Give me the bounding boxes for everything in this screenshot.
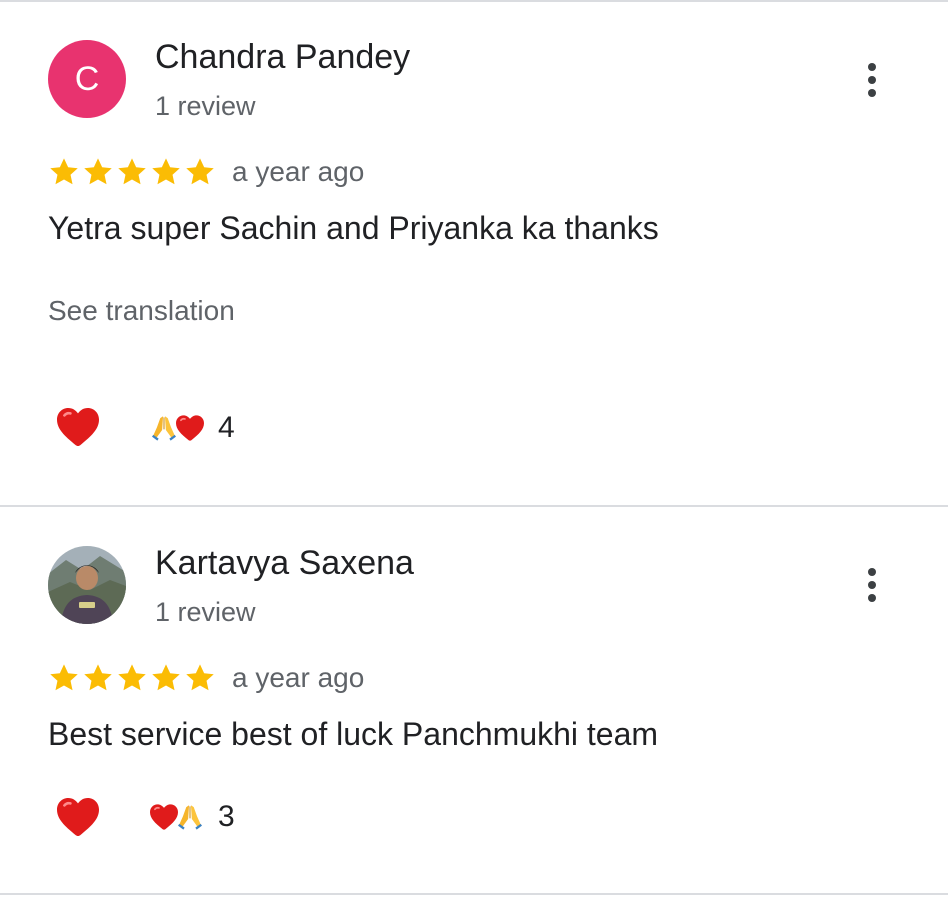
reaction-count: 4 <box>218 411 235 444</box>
avatar[interactable] <box>48 546 126 624</box>
star-icon <box>48 662 80 694</box>
reaction-count: 3 <box>218 800 235 833</box>
more-dot-icon <box>868 594 876 602</box>
folded-hands-icon <box>174 801 206 833</box>
review-time: a year ago <box>232 662 365 693</box>
star-icon <box>150 156 182 188</box>
heart-icon <box>174 412 206 444</box>
star-icon <box>48 156 80 188</box>
author-name[interactable]: Kartavya Saxena <box>155 544 414 583</box>
star-icon <box>116 156 148 188</box>
star-rating <box>48 662 216 694</box>
star-icon <box>150 662 182 694</box>
review-card: C Chandra Pandey 1 review a year ago Yet… <box>0 0 948 505</box>
more-dot-icon <box>868 89 876 97</box>
reaction-icons <box>148 412 206 444</box>
heart-like-button[interactable] <box>52 793 104 841</box>
star-icon <box>82 156 114 188</box>
star-icon <box>184 156 216 188</box>
review-time: a year ago <box>232 156 365 187</box>
bottom-divider <box>0 893 948 895</box>
more-options-button[interactable] <box>852 555 892 615</box>
heart-like-button[interactable] <box>52 403 104 451</box>
more-dot-icon <box>868 581 876 589</box>
author-review-count: 1 review <box>155 597 256 627</box>
more-dot-icon <box>868 568 876 576</box>
author-review-count: 1 review <box>155 91 256 121</box>
more-dot-icon <box>868 76 876 84</box>
review-text: Yetra super Sachin and Priyanka ka thank… <box>48 210 659 246</box>
star-icon <box>116 662 148 694</box>
review-card: Kartavya Saxena 1 review a year ago Best… <box>0 507 948 892</box>
more-dot-icon <box>868 63 876 71</box>
more-options-button[interactable] <box>852 50 892 110</box>
profile-photo <box>48 546 126 624</box>
star-icon <box>184 662 216 694</box>
avatar[interactable]: C <box>48 40 126 118</box>
reactions-summary[interactable]: 3 <box>148 797 235 837</box>
reactions-summary[interactable]: 4 <box>148 408 235 448</box>
reaction-icons <box>148 801 206 833</box>
star-icon <box>82 662 114 694</box>
author-name[interactable]: Chandra Pandey <box>155 38 410 77</box>
star-rating <box>48 156 216 188</box>
see-translation-link[interactable]: See translation <box>48 295 235 327</box>
review-text: Best service best of luck Panchmukhi tea… <box>48 716 659 752</box>
